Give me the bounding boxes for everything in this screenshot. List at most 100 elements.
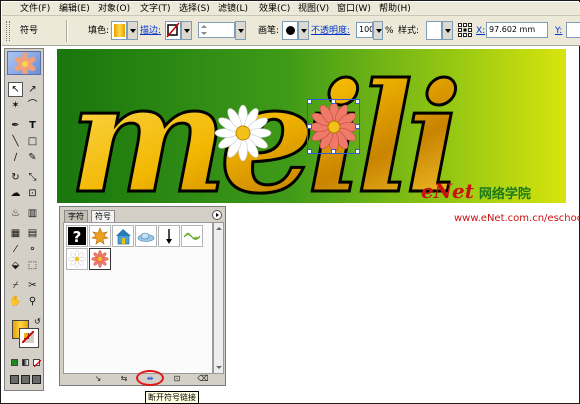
screen-mode-icon[interactable] bbox=[9, 374, 41, 386]
direct-select-icon[interactable]: ↗ bbox=[25, 82, 40, 97]
menu-view[interactable]: 视图(V) bbox=[298, 3, 329, 15]
selection-type-label: 符号 bbox=[20, 26, 39, 36]
cloud-icon bbox=[137, 232, 155, 242]
y-position-field[interactable] bbox=[566, 22, 580, 38]
stroke-dropdown[interactable] bbox=[181, 21, 192, 40]
pink-daisy-symbol bbox=[307, 99, 360, 154]
symbol-leaf[interactable] bbox=[89, 225, 111, 247]
type-icon[interactable]: T bbox=[25, 118, 40, 133]
menu-object[interactable]: 对象(O) bbox=[98, 3, 130, 15]
stroke-swatch[interactable] bbox=[165, 21, 181, 40]
pink-daisy-icon bbox=[91, 250, 109, 268]
symbol-question[interactable]: ? bbox=[66, 225, 88, 247]
arrow-down-icon bbox=[166, 229, 172, 244]
symbol-sprayer-icon[interactable]: ♨ bbox=[8, 206, 23, 221]
watermark-url: www.eNet.com.cn/eschool bbox=[454, 213, 580, 224]
highlight-circle bbox=[136, 370, 164, 386]
menu-edit[interactable]: 编辑(E) bbox=[59, 3, 90, 15]
eyedropper-icon[interactable]: ⁄ bbox=[8, 242, 23, 257]
white-daisy-symbol[interactable] bbox=[214, 104, 272, 162]
magic-wand-icon[interactable]: ✶ bbox=[8, 98, 23, 113]
transform-reference-icon[interactable] bbox=[458, 23, 472, 37]
x-position-field[interactable]: 97.602 mm bbox=[486, 22, 548, 38]
grip-icon[interactable] bbox=[6, 21, 10, 41]
symbol-pink-daisy[interactable] bbox=[89, 248, 111, 270]
symbol-selection-box[interactable] bbox=[307, 99, 360, 154]
menu-help[interactable]: 帮助(H) bbox=[379, 3, 411, 15]
x-label[interactable]: X: bbox=[476, 25, 485, 37]
symbol-arrow[interactable] bbox=[158, 225, 180, 247]
tab-symbols[interactable]: 符号 bbox=[91, 210, 115, 222]
symbols-grid: ? bbox=[63, 222, 213, 374]
watermark-logo: eNet 网络学院 bbox=[421, 179, 531, 203]
replace-symbol-icon[interactable]: ⇆ bbox=[118, 374, 130, 384]
opacity-field[interactable]: 100 bbox=[356, 22, 373, 38]
panel-menu-icon[interactable] bbox=[212, 210, 222, 220]
divider bbox=[66, 20, 68, 42]
delete-symbol-icon[interactable]: ⌫ bbox=[197, 374, 209, 384]
menu-window[interactable]: 窗口(W) bbox=[337, 3, 371, 15]
place-symbol-icon[interactable]: ↘ bbox=[92, 374, 104, 384]
fill-swatch[interactable] bbox=[111, 21, 127, 40]
rotate-icon[interactable]: ↻ bbox=[8, 170, 23, 185]
scissors-icon[interactable]: ✂ bbox=[25, 278, 40, 293]
flower-logo-icon bbox=[14, 52, 36, 74]
app-logo[interactable] bbox=[7, 51, 41, 75]
warp-icon[interactable]: ☁ bbox=[8, 186, 23, 201]
y-label[interactable]: Y: bbox=[555, 25, 562, 37]
zoom-icon[interactable]: ⚲ bbox=[25, 294, 40, 309]
paintbrush-icon[interactable]: ∕ bbox=[8, 150, 23, 165]
pointer-icon[interactable]: ↖ bbox=[8, 82, 23, 97]
pencil-icon[interactable]: ✎ bbox=[25, 150, 40, 165]
vine-icon bbox=[183, 232, 201, 240]
new-symbol-icon[interactable]: ⊡ bbox=[171, 374, 183, 384]
menu-type[interactable]: 文字(T) bbox=[140, 3, 171, 15]
pen-icon[interactable]: ✒ bbox=[8, 118, 23, 133]
brush-swatch[interactable] bbox=[282, 21, 298, 40]
opacity-unit: % bbox=[385, 26, 394, 36]
brush-label: 画笔: bbox=[258, 26, 280, 36]
blend-icon[interactable]: ⚬ bbox=[25, 242, 40, 257]
scale-icon[interactable]: ⤡ bbox=[25, 170, 40, 185]
live-paint-select-icon[interactable]: ⬚ bbox=[25, 258, 40, 273]
tab-character[interactable]: 字符 bbox=[64, 210, 88, 222]
fill-dropdown[interactable] bbox=[127, 21, 138, 40]
symbol-white-daisy[interactable] bbox=[66, 248, 88, 270]
brush-dot-icon bbox=[286, 26, 295, 35]
house-icon bbox=[116, 229, 131, 245]
symbol-cloud[interactable] bbox=[135, 225, 157, 247]
stroke-weight-dropdown[interactable] bbox=[235, 21, 246, 40]
mesh-icon[interactable]: ▦ bbox=[8, 226, 23, 241]
hand-icon[interactable]: ✋ bbox=[8, 294, 23, 309]
lasso-icon[interactable]: ⌒ bbox=[25, 98, 40, 113]
scroll-up-icon[interactable] bbox=[214, 224, 223, 233]
menu-select[interactable]: 选择(S) bbox=[179, 3, 210, 15]
tooltip: 断开符号链接 bbox=[145, 391, 199, 404]
line-icon[interactable]: ╲ bbox=[8, 134, 23, 149]
brush-dropdown[interactable] bbox=[298, 21, 309, 40]
style-swatch[interactable] bbox=[426, 21, 442, 40]
style-dropdown[interactable] bbox=[442, 21, 453, 40]
stroke-label[interactable]: 描边: bbox=[140, 25, 161, 37]
symbol-house[interactable] bbox=[112, 225, 134, 247]
maple-leaf-icon bbox=[91, 227, 109, 245]
fill-color-chip bbox=[114, 24, 125, 37]
stroke-weight-field[interactable] bbox=[198, 22, 235, 38]
menu-effect[interactable]: 效果(C) bbox=[259, 3, 290, 15]
fill-stroke-icon[interactable]: ↺ bbox=[9, 317, 41, 349]
menu-file[interactable]: 文件(F) bbox=[20, 3, 50, 15]
opacity-dropdown[interactable] bbox=[373, 21, 383, 40]
column-graph-icon[interactable]: ▥ bbox=[25, 206, 40, 221]
opacity-label[interactable]: 不透明度: bbox=[311, 25, 350, 37]
rectangle-icon[interactable]: □ bbox=[25, 134, 40, 149]
color-mode-icon[interactable] bbox=[9, 358, 41, 368]
symbols-scrollbar[interactable] bbox=[213, 222, 224, 374]
menu-filter[interactable]: 滤镜(L) bbox=[218, 3, 248, 15]
scroll-down-icon[interactable] bbox=[214, 363, 223, 372]
symbol-vine[interactable] bbox=[181, 225, 203, 247]
gradient-icon[interactable]: ▤ bbox=[25, 226, 40, 241]
swap-icon[interactable]: ↺ bbox=[34, 317, 41, 326]
slice-icon[interactable]: ⌿ bbox=[8, 278, 23, 293]
free-transform-icon[interactable]: ⊡ bbox=[25, 186, 40, 201]
live-paint-icon[interactable]: ⬙ bbox=[8, 258, 23, 273]
